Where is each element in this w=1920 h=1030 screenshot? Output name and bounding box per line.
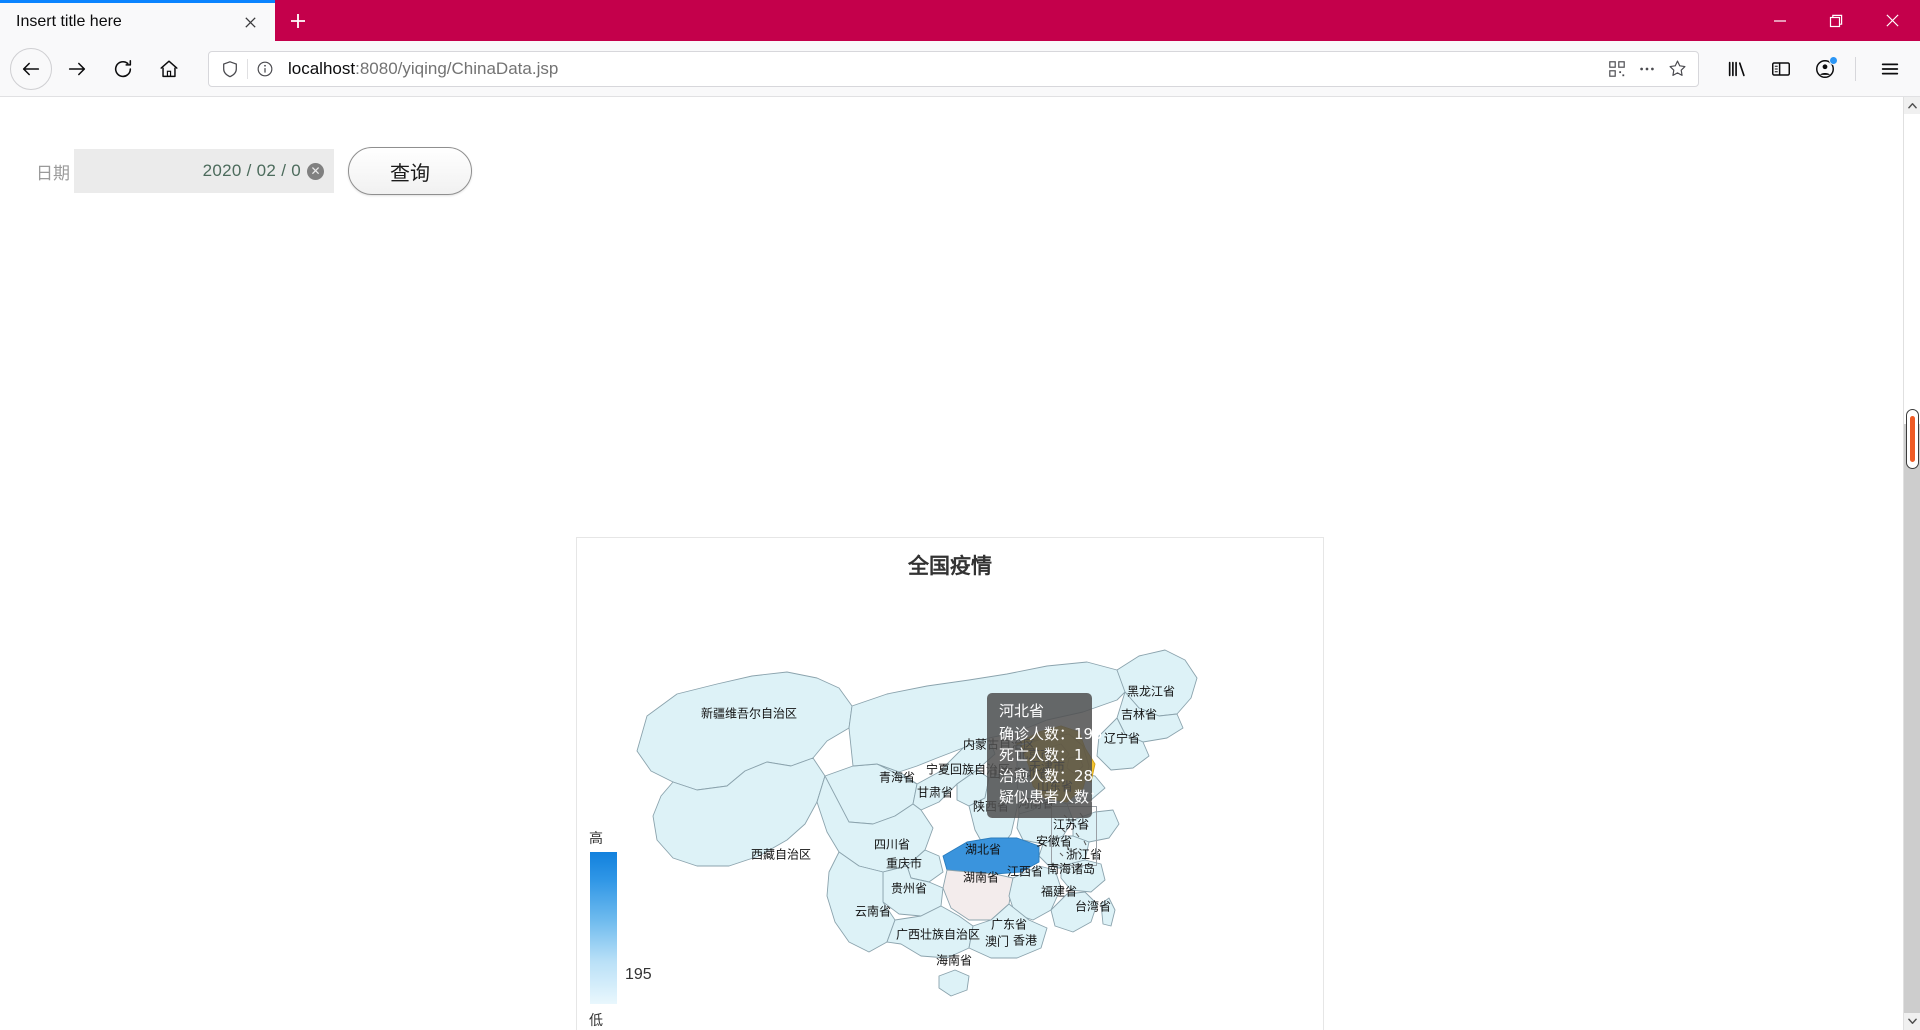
province-label: 黑龙江省 — [1126, 684, 1176, 699]
window-controls — [1752, 0, 1920, 41]
date-input[interactable]: 2020 / 02 / 0 ✕ — [74, 149, 334, 193]
map-tooltip: 河北省 确诊人数：195 死亡人数：1 治愈人数：28 疑似患者人数： — [987, 693, 1105, 818]
library-icon[interactable] — [1717, 49, 1757, 89]
scrollbar-track-lower[interactable] — [1904, 424, 1920, 1013]
province-label: 广东省 — [990, 917, 1028, 932]
legend-gradient-bar[interactable] — [590, 852, 617, 1004]
sidebar-icon[interactable] — [1761, 49, 1801, 89]
tooltip-row: 疑似患者人数： — [999, 788, 1105, 806]
province-label: 四川省 — [873, 837, 911, 852]
window-close-button[interactable] — [1864, 0, 1920, 41]
address-bar[interactable]: localhost:8080/yiqing/ChinaData.jsp — [208, 50, 1699, 87]
province-label: 福建省 — [1040, 884, 1078, 899]
browser-window: Insert title here localhost:8080/yiqing/… — [0, 0, 1920, 1030]
clear-circle-icon[interactable]: ✕ — [307, 162, 324, 180]
legend-low-label: 低 — [589, 1013, 603, 1029]
query-button[interactable]: 查询 — [348, 147, 472, 195]
province-label: 甘肃省 — [916, 785, 954, 800]
info-circle-icon[interactable] — [250, 54, 280, 84]
back-arrow-icon[interactable] — [10, 47, 52, 90]
star-icon[interactable] — [1662, 54, 1692, 84]
province-label: 湖南省 — [962, 870, 1000, 885]
province-label: 澳门 — [984, 934, 1010, 949]
province-label: 西藏自治区 — [750, 847, 812, 862]
tab-title: Insert title here — [16, 13, 122, 30]
south-china-sea-label: 南海诸岛 — [1047, 862, 1096, 876]
vertical-scrollbar[interactable] — [1903, 97, 1920, 1030]
account-avatar-icon[interactable] — [1805, 49, 1845, 89]
province-label: 广西壮族自治区 — [895, 927, 981, 942]
chevron-down-icon[interactable] — [1904, 1013, 1920, 1030]
province-label: 贵州省 — [890, 881, 928, 896]
tooltip-row: 确诊人数：195 — [999, 725, 1103, 743]
chart-card: 全国疫情 新疆维吾尔自治区 黑龙江省 吉林省 辽宁省 宁夏回族自治区 青海省 甘… — [576, 537, 1324, 1030]
province-label: 香港 — [1012, 933, 1038, 948]
province-label: 新疆维吾尔自治区 — [700, 706, 798, 721]
date-input-value: 2020 / 02 / 0 — [202, 161, 301, 180]
province-label: 重庆市 — [885, 856, 923, 871]
maximize-restore-button[interactable] — [1808, 0, 1864, 41]
tooltip-row: 治愈人数：28 — [999, 767, 1094, 785]
china-map[interactable]: 新疆维吾尔自治区内蒙古自治区黑龙江省吉林省辽宁省宁夏回族自治区北京市天津市河北省… — [577, 538, 1323, 1030]
home-icon[interactable] — [148, 48, 190, 90]
province-label: 云南省 — [854, 904, 892, 919]
legend-max-value: 195 — [625, 966, 652, 983]
url-host: localhost — [288, 58, 356, 78]
ellipsis-icon[interactable] — [1632, 54, 1662, 84]
page-content: 日期 2020 / 02 / 0 ✕ 查询 全国疫情 新疆维吾尔自治区 黑龙江省… — [0, 97, 1903, 1030]
province-label: 台湾省 — [1074, 899, 1112, 914]
query-form: 日期 2020 / 02 / 0 ✕ 查询 — [36, 147, 472, 195]
province-label: 江西省 — [1006, 864, 1044, 879]
province-label: 青海省 — [878, 770, 916, 785]
toolbar-actions — [1713, 49, 1910, 89]
map-legend: 高 195 低 — [587, 828, 652, 1030]
address-bar-actions — [1602, 54, 1692, 84]
page-viewport: 日期 2020 / 02 / 0 ✕ 查询 全国疫情 新疆维吾尔自治区 黑龙江省… — [0, 97, 1920, 1030]
shield-icon[interactable] — [215, 54, 245, 84]
url-path: :8080/yiqing/ChinaData.jsp — [355, 58, 559, 78]
reload-icon[interactable] — [102, 48, 144, 90]
legend-high-label: 高 — [589, 831, 603, 847]
url-divider — [247, 58, 248, 79]
browser-tab[interactable]: Insert title here — [0, 0, 275, 41]
province-label: 海南省 — [935, 953, 973, 968]
new-tab-button[interactable] — [275, 0, 321, 41]
tab-close-icon[interactable] — [237, 9, 263, 35]
scrollbar-thumb[interactable] — [1906, 409, 1919, 469]
hamburger-menu-icon[interactable] — [1870, 49, 1910, 89]
province-label: 辽宁省 — [1103, 731, 1141, 746]
province-label: 吉林省 — [1120, 707, 1158, 722]
tooltip-region: 河北省 — [999, 702, 1045, 720]
url-text[interactable]: localhost:8080/yiqing/ChinaData.jsp — [280, 59, 1602, 79]
chevron-up-icon[interactable] — [1904, 97, 1920, 114]
account-notification-dot — [1829, 55, 1838, 65]
navigation-toolbar: localhost:8080/yiqing/ChinaData.jsp — [0, 41, 1920, 97]
scrollbar-track-upper[interactable] — [1904, 114, 1920, 424]
forward-arrow-icon[interactable] — [56, 48, 98, 90]
minimize-button[interactable] — [1752, 0, 1808, 41]
province-label: 湖北省 — [964, 842, 1002, 857]
tooltip-row: 死亡人数：1 — [999, 746, 1084, 764]
date-label: 日期 — [36, 163, 70, 183]
title-bar: Insert title here — [0, 0, 1920, 41]
qr-code-icon[interactable] — [1602, 54, 1632, 84]
toolbar-divider — [1855, 56, 1856, 81]
